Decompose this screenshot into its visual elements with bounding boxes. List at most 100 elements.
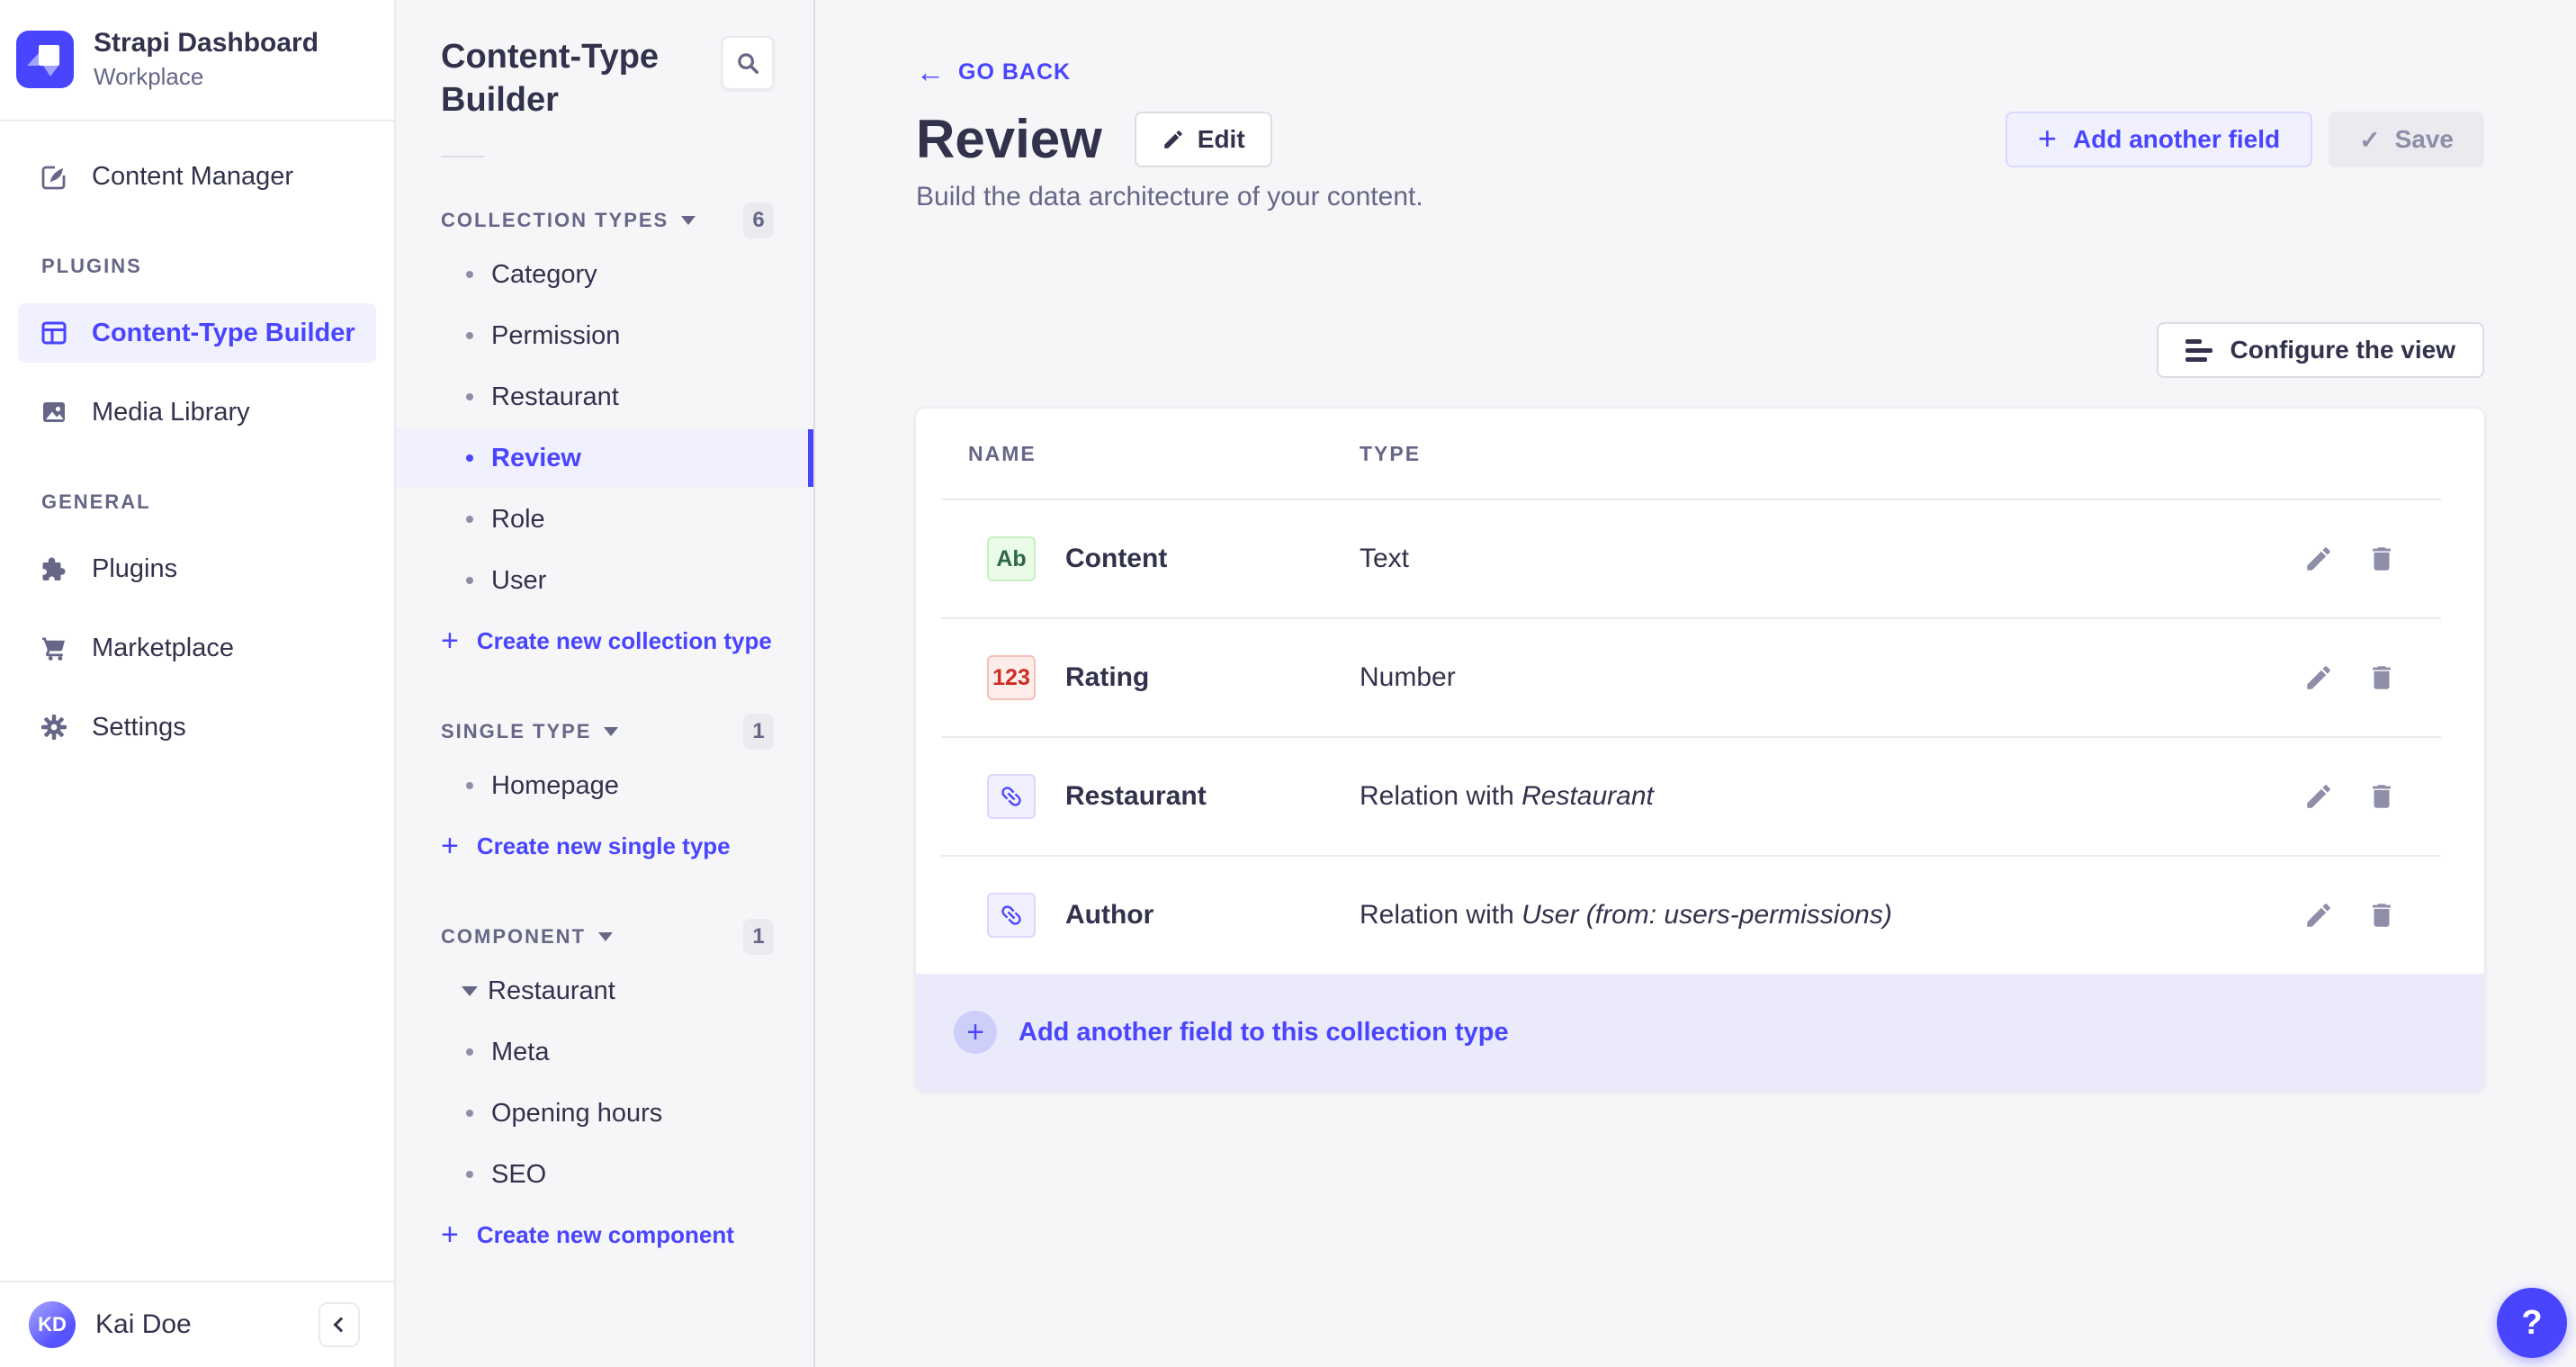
layout-icon [40, 319, 68, 347]
link-icon [998, 783, 1025, 810]
subnav-item-component-restaurant[interactable]: Restaurant [396, 962, 813, 1020]
subnav-item-label: SEO [491, 1160, 546, 1190]
divider [441, 156, 484, 157]
gear-icon [40, 713, 68, 742]
delete-field-button[interactable] [2365, 780, 2398, 813]
sidebar-item-settings[interactable]: Settings [18, 697, 376, 757]
avatar[interactable]: KD [29, 1301, 76, 1348]
plus-icon: + [2038, 122, 2057, 155]
main-sidebar: Strapi Dashboard Workplace Content Manag… [0, 0, 396, 1367]
sidebar-item-media-library[interactable]: Media Library [18, 382, 376, 442]
edit-field-button[interactable] [2302, 661, 2335, 694]
subnav-item-label: User [491, 566, 546, 596]
configure-view-button[interactable]: Configure the view [2157, 322, 2484, 378]
bullet-icon [466, 782, 473, 789]
subnav-item-meta[interactable]: Meta [396, 1023, 813, 1081]
save-label: Save [2395, 125, 2454, 154]
subnav-item-restaurant[interactable]: Restaurant [396, 368, 813, 426]
sidebar-item-label: Settings [92, 713, 186, 742]
section-label: COLLECTION TYPES [441, 209, 669, 232]
trash-icon [2366, 900, 2397, 931]
subnav-item-category[interactable]: Category [396, 246, 813, 303]
add-field-to-collection-row[interactable]: + Add another field to this collection t… [916, 974, 2484, 1091]
subnav-item-label: Opening hours [491, 1099, 662, 1129]
chevron-down-icon [598, 932, 613, 941]
brand-title: Strapi Dashboard [94, 27, 319, 59]
delete-field-button[interactable] [2365, 661, 2398, 694]
delete-field-button[interactable] [2365, 543, 2398, 575]
plus-circle-icon: + [954, 1011, 997, 1054]
sidebar-item-label: Plugins [92, 554, 177, 584]
subnav-item-label: Restaurant [488, 976, 615, 1006]
subnav-item-role[interactable]: Role [396, 490, 813, 548]
field-name: Restaurant [1065, 781, 1360, 812]
app-window: Strapi Dashboard Workplace Content Manag… [0, 0, 2576, 1367]
chevron-left-icon [334, 1318, 349, 1333]
go-back-label: GO BACK [958, 59, 1071, 85]
sidebar-item-content-manager[interactable]: Content Manager [18, 147, 376, 206]
count-badge: 1 [743, 714, 774, 750]
go-back-link[interactable]: ← GO BACK [916, 58, 1071, 86]
subnav-item-label: Review [491, 444, 581, 473]
table-row-content: Ab Content Text [916, 500, 2484, 617]
collection-types-header[interactable]: COLLECTION TYPES 6 [396, 202, 813, 238]
puzzle-icon [40, 554, 68, 583]
column-header-type: TYPE [1360, 442, 1421, 466]
bullet-icon [466, 516, 473, 523]
plus-icon: + [441, 1219, 459, 1250]
field-type: Relation with Restaurant [1360, 781, 2302, 812]
subnav-item-label: Homepage [491, 771, 619, 801]
create-collection-type-link[interactable]: +Create new collection type [396, 613, 813, 669]
subnav-item-homepage[interactable]: Homepage [396, 757, 813, 814]
component-header[interactable]: COMPONENT 1 [396, 919, 813, 955]
sidebar-item-plugins[interactable]: Plugins [18, 539, 376, 598]
subnav-item-label: Meta [491, 1038, 549, 1067]
create-single-type-link[interactable]: +Create new single type [396, 818, 813, 874]
sidebar-item-content-type-builder[interactable]: Content-Type Builder [18, 303, 376, 363]
edit-field-button[interactable] [2302, 543, 2335, 575]
save-button[interactable]: ✓ Save [2329, 112, 2484, 167]
sidebar-section-general: GENERAL [18, 490, 376, 514]
single-type-header[interactable]: SINGLE TYPE 1 [396, 714, 813, 750]
delete-field-button[interactable] [2365, 899, 2398, 931]
column-header-name: NAME [968, 442, 1360, 466]
subnav-item-label: Restaurant [491, 382, 619, 412]
create-component-link[interactable]: +Create new component [396, 1207, 813, 1263]
subnav-item-permission[interactable]: Permission [396, 307, 813, 364]
help-button[interactable]: ? [2497, 1288, 2567, 1358]
sidebar-item-marketplace[interactable]: Marketplace [18, 618, 376, 678]
edit-field-button[interactable] [2302, 780, 2335, 813]
collapse-sidebar-button[interactable] [319, 1302, 360, 1347]
subnav-title: Content-Type Builder [441, 36, 711, 121]
search-button[interactable] [722, 36, 774, 90]
caret-down-icon [462, 986, 478, 996]
edit-field-button[interactable] [2302, 899, 2335, 931]
subnav-item-label: Permission [491, 321, 620, 351]
subnav-item-review[interactable]: Review [396, 429, 813, 487]
edit-button[interactable]: Edit [1135, 112, 1272, 167]
feather-pen-icon [40, 162, 68, 191]
page-subtitle: Build the data architecture of your cont… [916, 182, 2484, 212]
bullet-icon [466, 393, 473, 400]
create-link-label: Create new single type [477, 832, 731, 860]
relation-field-badge [987, 893, 1036, 938]
subnav-item-opening-hours[interactable]: Opening hours [396, 1084, 813, 1142]
relation-field-badge [987, 774, 1036, 819]
table-row-author: Author Relation with User (from: users-p… [916, 857, 2484, 974]
sidebar-item-label: Content-Type Builder [92, 319, 355, 348]
arrow-left-icon: ← [916, 58, 946, 86]
bullet-icon [466, 454, 473, 462]
count-badge: 6 [743, 202, 774, 238]
edit-button-label: Edit [1198, 125, 1245, 154]
link-icon [998, 902, 1025, 929]
pencil-icon [2303, 781, 2334, 812]
page-title: Review [916, 110, 1102, 169]
search-icon [734, 49, 761, 76]
subnav-item-label: Role [491, 505, 545, 535]
add-another-field-button[interactable]: + Add another field [2006, 112, 2312, 167]
filter-lines-icon [2186, 339, 2212, 362]
brand[interactable]: Strapi Dashboard Workplace [0, 0, 394, 121]
subnav-item-seo[interactable]: SEO [396, 1146, 813, 1203]
subnav-item-user[interactable]: User [396, 552, 813, 609]
bullet-icon [466, 577, 473, 584]
